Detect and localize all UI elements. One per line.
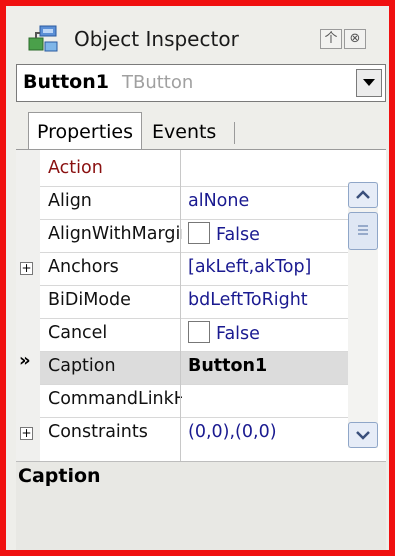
component-type: TButton	[122, 72, 194, 93]
property-grid: Action Align alNone AlignWithMargins Fal…	[16, 149, 386, 462]
property-row-anchors[interactable]: Anchors [akLeft,akTop]	[40, 253, 348, 285]
property-row-bidimode[interactable]: BiDiMode bdLeftToRight	[40, 286, 348, 318]
property-description-panel: Caption	[16, 461, 386, 550]
property-value-checkbox[interactable]: False	[188, 321, 260, 345]
column-divider[interactable]	[180, 150, 181, 462]
vertical-scrollbar[interactable]	[348, 182, 378, 462]
property-value[interactable]: Button1	[188, 356, 267, 376]
property-row-caption[interactable]: Caption Button1	[40, 352, 348, 384]
property-value[interactable]: (0,0),(0,0)	[188, 422, 277, 442]
expand-anchors-icon[interactable]: +	[20, 262, 33, 275]
chevron-down-icon	[356, 431, 370, 440]
dropdown-button[interactable]	[356, 69, 382, 97]
property-value-checkbox[interactable]: False	[188, 222, 260, 246]
property-value[interactable]: bdLeftToRight	[188, 290, 308, 310]
checkbox[interactable]	[188, 321, 210, 343]
property-row-align[interactable]: Align alNone	[40, 187, 348, 219]
property-row-cancel[interactable]: Cancel False	[40, 319, 348, 351]
component-selector[interactable]: Button1 TButton	[16, 64, 386, 102]
property-value[interactable]: alNone	[188, 191, 249, 211]
chevron-down-icon	[363, 79, 375, 86]
description-title: Caption	[18, 465, 101, 487]
window-title: Object Inspector	[74, 27, 239, 51]
property-name: Anchors	[48, 257, 119, 277]
component-name: Button1	[23, 71, 109, 93]
close-button[interactable]: ⊗	[344, 29, 366, 49]
grip-icon	[358, 225, 368, 235]
property-name: Caption	[48, 356, 116, 376]
tab-divider	[234, 122, 235, 144]
scroll-down-button[interactable]	[348, 422, 378, 448]
property-row-alignwithmargins[interactable]: AlignWithMargins False	[40, 220, 348, 252]
property-name: AlignWithMargins	[48, 224, 182, 244]
property-name: Action	[48, 158, 103, 178]
scroll-up-button[interactable]	[348, 182, 378, 208]
property-name: CommandLinkHint	[48, 389, 182, 409]
property-name: Constraints	[48, 422, 148, 442]
checkbox-label: False	[216, 225, 260, 245]
checkbox[interactable]	[188, 222, 210, 244]
checkbox-label: False	[216, 324, 260, 344]
property-row-commandlinkhint[interactable]: CommandLinkHint	[40, 385, 348, 417]
property-row-action[interactable]: Action	[40, 154, 348, 186]
property-row-constraints[interactable]: Constraints (0,0),(0,0)	[40, 418, 348, 450]
pin-button[interactable]: 个	[320, 29, 342, 49]
tab-events[interactable]: Events	[152, 116, 232, 148]
inspector-tabs: Properties Events	[16, 112, 386, 151]
property-name: BiDiMode	[48, 290, 131, 310]
property-name: Align	[48, 191, 92, 211]
scrollbar-thumb[interactable]	[348, 212, 378, 250]
selected-row-marker: »	[19, 350, 31, 371]
title-bar: Object Inspector 个 ⊗	[16, 18, 388, 62]
object-inspector-window: Object Inspector 个 ⊗ Button1 TButton Pro…	[0, 0, 395, 556]
object-inspector-icon	[26, 24, 60, 54]
property-name: Cancel	[48, 323, 108, 343]
property-value[interactable]: [akLeft,akTop]	[188, 257, 311, 277]
expand-constraints-icon[interactable]: +	[20, 427, 33, 440]
chevron-up-icon	[356, 190, 370, 199]
tab-properties[interactable]: Properties	[28, 112, 142, 151]
property-grid-gutter	[16, 150, 40, 462]
